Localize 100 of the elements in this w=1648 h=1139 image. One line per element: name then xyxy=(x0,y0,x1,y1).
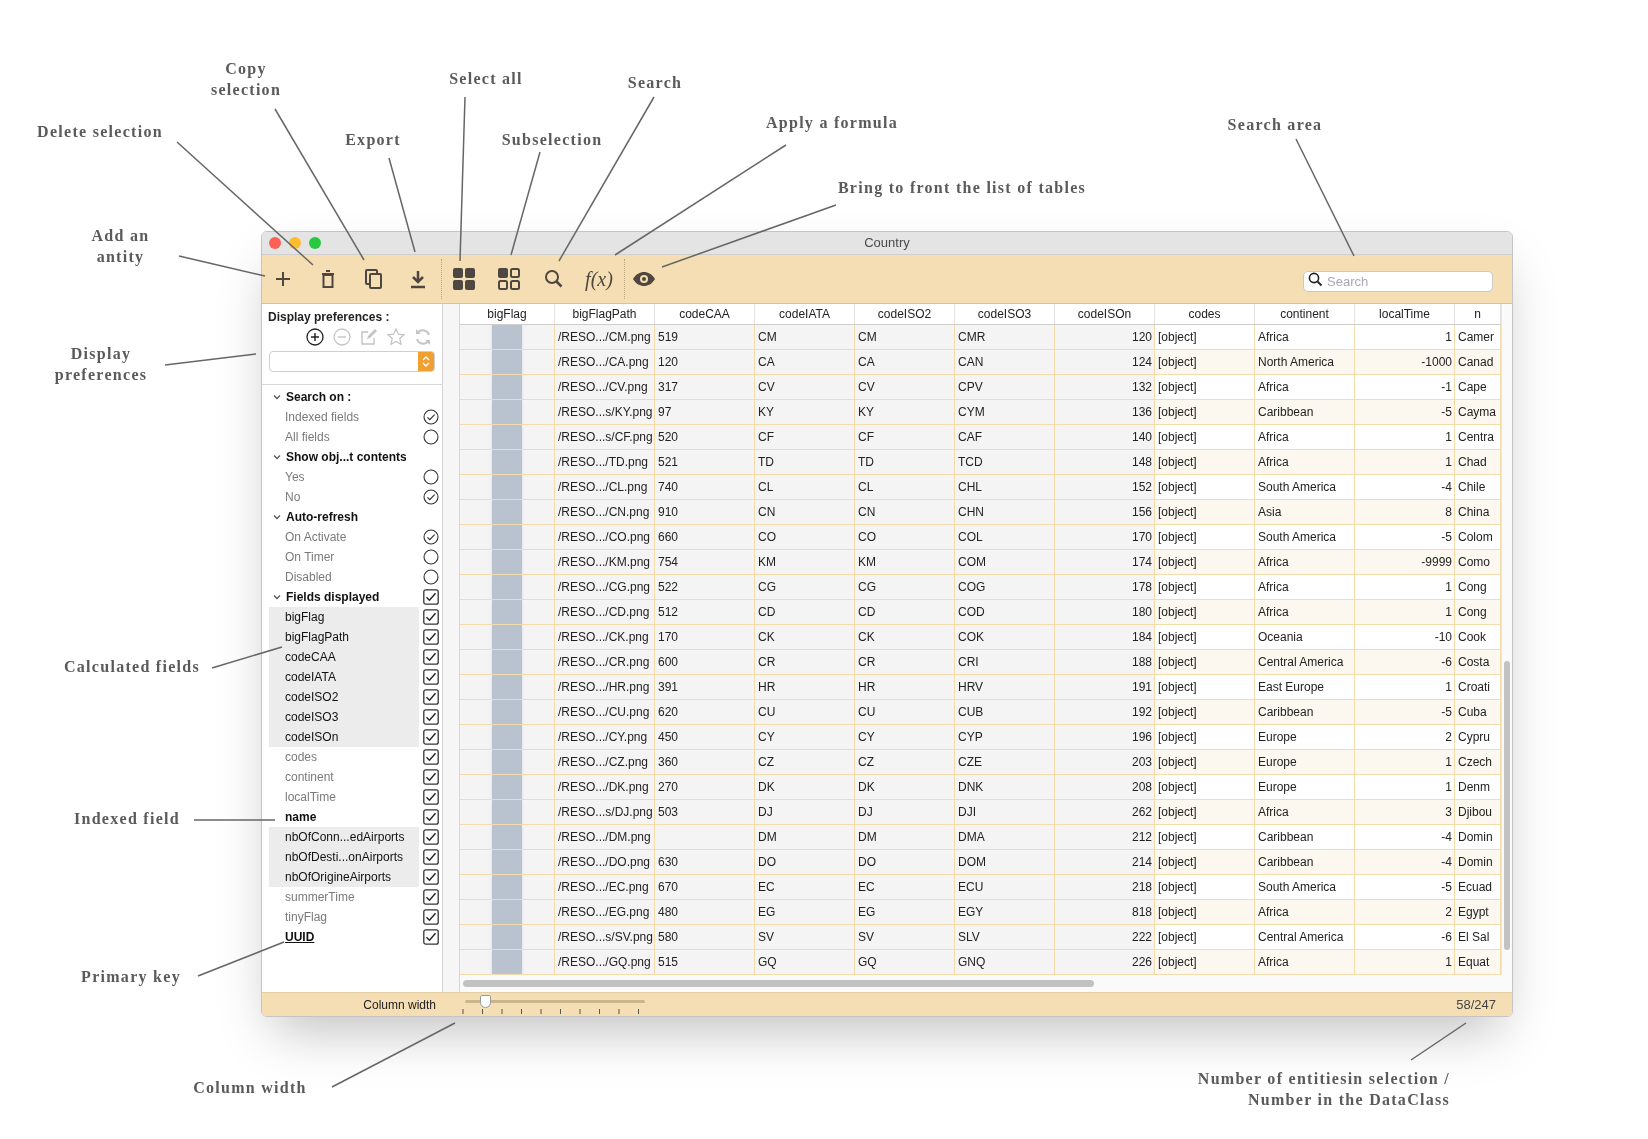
star-button[interactable] xyxy=(386,327,406,347)
checkbox-checked[interactable] xyxy=(423,829,439,845)
checkbox-checked[interactable] xyxy=(423,769,439,785)
table-cell: Africa xyxy=(1255,950,1355,975)
checkbox-checked[interactable] xyxy=(423,649,439,665)
table-cell: [object] xyxy=(1155,675,1255,700)
option-label[interactable]: codeISO3 xyxy=(269,707,419,727)
table-cell: DJ xyxy=(855,800,955,825)
checkbox-checked[interactable] xyxy=(423,589,439,605)
option-label[interactable]: On Activate xyxy=(269,527,419,547)
option-label[interactable]: codeISOn xyxy=(269,727,419,747)
option-label[interactable]: nbOfConn...edAirports xyxy=(269,827,419,847)
table-cell: 1 xyxy=(1355,600,1455,625)
annotation-label: Add an antity xyxy=(90,226,151,267)
column-header[interactable]: codeIATA xyxy=(755,304,855,324)
checkbox-checked[interactable] xyxy=(423,869,439,885)
checkbox-checked[interactable] xyxy=(423,669,439,685)
table-cell: CPV xyxy=(955,375,1055,400)
table-cell: 818 xyxy=(1055,900,1155,925)
formula-button[interactable]: f(x) xyxy=(583,263,615,295)
chevron-down-icon[interactable] xyxy=(272,512,282,522)
option-label[interactable]: Indexed fields xyxy=(269,407,419,427)
checkbox-checked[interactable] xyxy=(423,809,439,825)
horizontal-scrollbar[interactable] xyxy=(460,975,1512,992)
option-label[interactable]: All fields xyxy=(269,427,419,447)
section-title[interactable]: Show obj...t contents xyxy=(286,448,439,466)
table-cell: CHN xyxy=(955,500,1055,525)
column-header[interactable]: codeISO2 xyxy=(855,304,955,324)
checkbox-checked[interactable] xyxy=(423,709,439,725)
column-header[interactable]: localTime xyxy=(1355,304,1455,324)
column-header[interactable]: codeCAA xyxy=(655,304,755,324)
option-label[interactable]: nbOfOrigineAirports xyxy=(269,867,419,887)
section-title[interactable]: Fields displayed xyxy=(286,588,423,606)
table-cell: Africa xyxy=(1255,450,1355,475)
table-cell: 1 xyxy=(1355,425,1455,450)
option-label[interactable]: UUID xyxy=(269,927,419,947)
column-header[interactable]: codeISOn xyxy=(1055,304,1155,324)
option-label[interactable]: codes xyxy=(269,747,419,767)
search-field[interactable]: Search xyxy=(1303,270,1493,292)
chevron-down-icon[interactable] xyxy=(272,452,282,462)
radio-empty-icon[interactable] xyxy=(423,549,439,565)
option-label[interactable]: Yes xyxy=(269,467,419,487)
scrollbar-thumb[interactable] xyxy=(463,980,1094,987)
option-label[interactable]: tinyFlag xyxy=(269,907,419,927)
checkbox-checked[interactable] xyxy=(423,749,439,765)
scrollbar-thumb[interactable] xyxy=(1504,661,1510,950)
checkbox-checked[interactable] xyxy=(423,609,439,625)
option-label[interactable]: bigFlagPath xyxy=(269,627,419,647)
add-circle-button[interactable] xyxy=(305,327,325,347)
slider-thumb[interactable] xyxy=(479,994,491,1008)
option-label[interactable]: bigFlag xyxy=(269,607,419,627)
table-cell: 520 xyxy=(655,425,755,450)
option-label[interactable]: No xyxy=(269,487,419,507)
radio-empty-icon[interactable] xyxy=(423,469,439,485)
option-label[interactable]: summerTime xyxy=(269,887,419,907)
table-cell: 670 xyxy=(655,875,755,900)
checkbox-checked[interactable] xyxy=(423,729,439,745)
table-cell: CA xyxy=(855,350,955,375)
option-label[interactable]: localTime xyxy=(269,787,419,807)
chevron-down-icon[interactable] xyxy=(272,392,282,402)
radio-empty-icon[interactable] xyxy=(423,429,439,445)
vertical-scrollbar[interactable] xyxy=(1501,304,1512,975)
radio-empty-icon[interactable] xyxy=(423,569,439,585)
column-header[interactable]: codeISO3 xyxy=(955,304,1055,324)
checkbox-checked[interactable] xyxy=(423,629,439,645)
checkbox-checked[interactable] xyxy=(423,689,439,705)
option-label[interactable]: On Timer xyxy=(269,547,419,567)
minimize-button[interactable] xyxy=(289,237,301,249)
radio-checked-icon[interactable] xyxy=(423,529,439,545)
flag-image-placeholder xyxy=(492,625,522,649)
column-header[interactable]: bigFlag xyxy=(460,304,555,324)
table-cell: /RESO.../CV.png xyxy=(555,375,655,400)
section-title[interactable]: Auto-refresh xyxy=(286,508,439,526)
checkbox-checked[interactable] xyxy=(423,909,439,925)
option-label[interactable]: codeCAA xyxy=(269,647,419,667)
table-cell: 1 xyxy=(1355,950,1455,975)
chevron-down-icon[interactable] xyxy=(272,592,282,602)
table-cell: DMA xyxy=(955,825,1055,850)
table-cell: 191 xyxy=(1055,675,1155,700)
column-header[interactable]: bigFlagPath xyxy=(555,304,655,324)
checkbox-checked[interactable] xyxy=(423,889,439,905)
checkbox-checked[interactable] xyxy=(423,849,439,865)
checkbox-checked[interactable] xyxy=(423,929,439,945)
radio-checked-icon[interactable] xyxy=(423,409,439,425)
checkbox-checked[interactable] xyxy=(423,789,439,805)
option-label[interactable]: Disabled xyxy=(269,567,419,587)
table-cell: 178 xyxy=(1055,575,1155,600)
table-cell: KY xyxy=(755,400,855,425)
option-label[interactable]: continent xyxy=(269,767,419,787)
section-title[interactable]: Search on : xyxy=(286,388,439,406)
option-label[interactable]: name xyxy=(269,807,419,827)
table-cell: 140 xyxy=(1055,425,1155,450)
table-cell: ECU xyxy=(955,875,1055,900)
option-label[interactable]: codeIATA xyxy=(269,667,419,687)
column-header[interactable]: continent xyxy=(1255,304,1355,324)
option-label[interactable]: nbOfDesti...onAirports xyxy=(269,847,419,867)
column-header[interactable]: codes xyxy=(1155,304,1255,324)
radio-checked-icon[interactable] xyxy=(423,489,439,505)
option-label[interactable]: codeISO2 xyxy=(269,687,419,707)
table-cell: /RESO.../CK.png xyxy=(555,625,655,650)
